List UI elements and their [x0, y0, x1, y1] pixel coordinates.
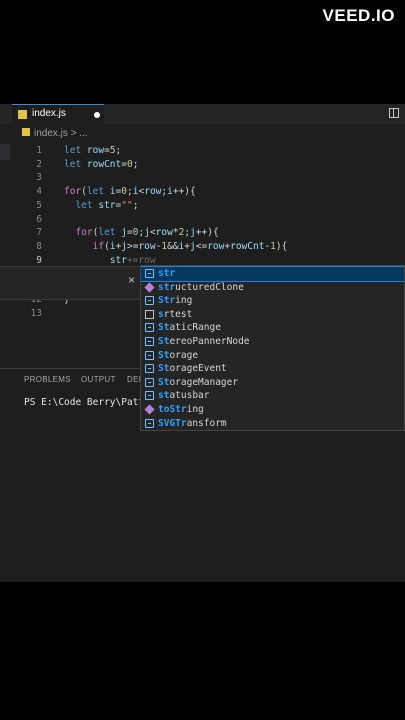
breadcrumb-file[interactable]: index.js: [34, 128, 68, 139]
tab-bar: index.js: [0, 104, 405, 124]
code-editor: index.js index.js > ... 1 let row=5; 2 let …: [0, 104, 405, 582]
method-icon: [144, 404, 155, 415]
suggestion-item[interactable]: statusbar: [141, 389, 404, 403]
suggestion-widget: str structuredClone String srtest StaticRang…: [140, 265, 405, 431]
line-number: 5: [36, 199, 42, 211]
code-text: for(let j=0;j<row*2;j++){: [75, 227, 219, 239]
javascript-file-icon: [22, 128, 30, 136]
line-number: 1: [36, 145, 42, 156]
tab-output[interactable]: OUTPUT: [81, 375, 116, 384]
suggestion-label: toString: [158, 404, 204, 415]
suggestion-label: structuredClone: [158, 281, 244, 293]
tab-problems[interactable]: PROBLEMS: [24, 375, 71, 384]
variable-icon: [145, 296, 154, 306]
variable-icon: [145, 269, 154, 278]
suggestion-label: String: [158, 295, 193, 307]
suggestion-item[interactable]: StereoPannerNode: [141, 335, 404, 349]
code-line[interactable]: 8 if(i+j>=row-1&&i+j<=row+rowCnt-1){: [0, 240, 405, 254]
tab-index-js[interactable]: index.js: [12, 104, 104, 124]
text-icon: [145, 309, 154, 319]
variable-icon: [145, 350, 154, 360]
suggestion-item[interactable]: StorageEvent: [141, 362, 404, 376]
line-number: 13: [30, 307, 42, 319]
javascript-file-icon: [18, 110, 27, 119]
code-line[interactable]: 7 for(let j=0;j<row*2;j++){: [0, 226, 405, 240]
suggestion-label: SVGTransform: [158, 417, 227, 429]
suggestion-label: StereoPannerNode: [158, 336, 250, 347]
tab-label: index.js: [32, 108, 66, 119]
suggestion-label: Storage: [158, 349, 199, 361]
suggestion-item[interactable]: toString: [141, 403, 404, 417]
breadcrumb-trail[interactable]: > ...: [71, 128, 88, 139]
suggestion-label: str: [158, 268, 176, 279]
suggestion-label: statusbar: [158, 390, 210, 402]
split-editor-icon[interactable]: [389, 108, 399, 118]
variable-icon: [145, 337, 154, 346]
line-number: 6: [36, 213, 42, 225]
code-text: let str="";: [75, 199, 139, 211]
breadcrumb: index.js > ...: [22, 128, 88, 142]
variable-icon: [145, 418, 154, 428]
code-line[interactable]: 4 for(let i=0;i<row;i++){: [0, 185, 405, 199]
suggestion-item[interactable]: Storage: [141, 349, 404, 363]
line-number: 7: [36, 227, 42, 239]
suggestion-label: srtest: [158, 308, 193, 320]
method-icon: [144, 282, 155, 293]
unsaved-dot-icon[interactable]: [94, 112, 100, 118]
suggestion-item[interactable]: srtest: [141, 308, 404, 322]
code-line[interactable]: 2 let rowCnt=0;: [0, 158, 405, 172]
suggestion-item[interactable]: String: [141, 294, 404, 308]
code-text: if(i+j>=row-1&&i+j<=row+rowCnt-1){: [92, 240, 288, 252]
suggestion-item[interactable]: structuredClone: [141, 281, 404, 295]
suggestion-label: StaticRange: [158, 322, 221, 334]
close-icon[interactable]: ×: [128, 273, 135, 287]
code-text: let row=5;: [64, 145, 122, 156]
variable-icon: [145, 364, 154, 374]
suggestion-label: StorageManager: [158, 376, 239, 388]
code-line[interactable]: 1 let row=5;: [0, 144, 405, 158]
suggestion-item[interactable]: SVGTransform: [141, 417, 404, 430]
variable-icon: [145, 377, 154, 387]
line-number: 3: [36, 172, 42, 184]
suggestion-item[interactable]: StaticRange: [141, 321, 404, 335]
code-line[interactable]: 3: [0, 171, 405, 185]
veed-watermark: VEED.IO: [322, 6, 395, 25]
line-number: 8: [36, 240, 42, 252]
code-text: for(let i=0;i<row;i++){: [64, 186, 196, 198]
line-number: 4: [36, 186, 42, 198]
suggestion-item[interactable]: str: [141, 266, 404, 282]
variable-icon: [145, 391, 154, 401]
suggestion-item[interactable]: StorageManager: [141, 376, 404, 390]
suggestion-label: StorageEvent: [158, 363, 227, 375]
line-number: 2: [36, 158, 42, 170]
code-line[interactable]: 6: [0, 213, 405, 227]
code-text: let rowCnt=0;: [64, 158, 139, 170]
code-line[interactable]: 5 let str="";: [0, 199, 405, 213]
tab-debug-console[interactable]: DEBUG CONSOLE: [127, 375, 140, 384]
variable-icon: [145, 323, 154, 333]
